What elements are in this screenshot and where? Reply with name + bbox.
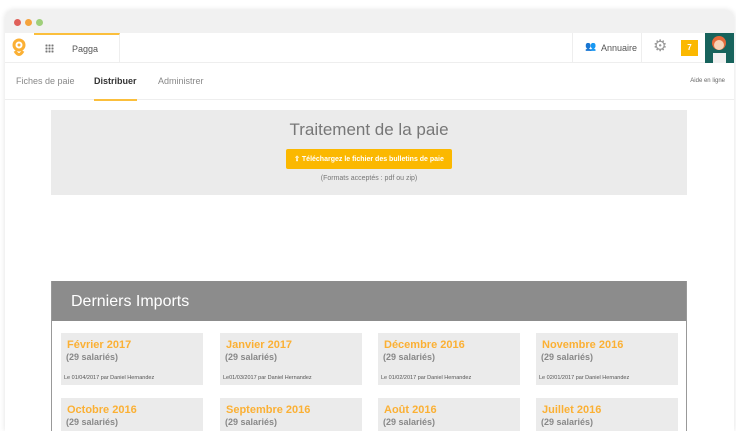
import-period: Septembre 2016 [226, 404, 311, 416]
import-period: Février 2017 [67, 339, 132, 351]
recent-imports-panel: Derniers Imports Février 2017 (29 salarié… [51, 281, 687, 431]
employee-count: (29 salariés) [541, 352, 594, 362]
app-name: Pagga [72, 44, 99, 54]
import-meta: Le 01/02/2017 par Daniel Hernandez [381, 375, 472, 381]
employee-count: (29 salariés) [225, 352, 278, 362]
maximize-window-button[interactable] [36, 19, 43, 26]
app-header: Pagga 👥 Annuaire ⚙ 7 [5, 33, 734, 63]
employee-count: (29 salariés) [66, 417, 119, 427]
employee-count: (29 salariés) [225, 417, 278, 427]
help-link[interactable]: Aide en ligne [690, 78, 725, 84]
import-meta: Le 02/01/2017 par Daniel Hernandez [539, 375, 630, 381]
upload-button[interactable]: ⇧ Téléchargez le fichier des bulletins d… [286, 149, 452, 169]
upload-button-label: Téléchargez le fichier des bulletins de … [301, 156, 444, 163]
import-card[interactable]: Décembre 2016 (29 salariés) Le 01/02/2017 … [378, 333, 520, 385]
import-period: Août 2016 [384, 404, 437, 416]
import-meta: Le 01/04/2017 par Daniel Hernandez [64, 375, 155, 381]
import-period: Juillet 2016 [542, 404, 602, 416]
import-card[interactable]: Janvier 2017 (29 salariés) Le01/03/2017 pa… [220, 333, 362, 385]
grid-icon [45, 44, 54, 53]
directory-label: Annuaire [601, 43, 638, 53]
employee-count: (29 salariés) [383, 352, 436, 362]
recent-imports-title: Derniers Imports [52, 281, 686, 321]
notification-badge[interactable]: 7 [681, 40, 698, 56]
import-period: Novembre 2016 [542, 339, 624, 351]
accepted-formats: (Formats acceptés : pdf ou zip) [320, 175, 418, 182]
upload-title: Traitement de la paie [289, 120, 449, 139]
upload-icon: ⇧ [294, 156, 302, 163]
directory-button[interactable]: 👥 Annuaire [572, 33, 642, 63]
import-card[interactable]: Novembre 2016 (29 salariés) Le 02/01/2017 … [536, 333, 678, 385]
tab-administrer[interactable]: Administrer [158, 76, 204, 86]
avatar[interactable] [705, 33, 734, 63]
import-card[interactable]: Juillet 2016 (29 salariés) [536, 398, 678, 431]
import-card[interactable]: Août 2016 (29 salariés) [378, 398, 520, 431]
tab-bar: Fiches de paie Distribuer Administrer Ai… [5, 63, 734, 101]
tab-fiches-de-paie[interactable]: Fiches de paie [16, 76, 75, 86]
import-period: Décembre 2016 [384, 339, 465, 351]
import-card[interactable]: Septembre 2016 (29 salariés) [220, 398, 362, 431]
import-card[interactable]: Octobre 2016 (29 salariés) [61, 398, 203, 431]
employee-count: (29 salariés) [383, 417, 436, 427]
minimize-window-button[interactable] [25, 19, 32, 26]
app-switcher[interactable]: Pagga [34, 33, 120, 63]
close-window-button[interactable] [14, 19, 21, 26]
upload-panel: Traitement de la paie ⇧ Téléchargez le f… [51, 110, 687, 195]
avatar-image [712, 36, 726, 63]
import-period: Janvier 2017 [226, 339, 293, 351]
users-icon: 👥 [585, 41, 597, 51]
title-bar [5, 10, 734, 33]
import-period: Octobre 2016 [67, 404, 137, 416]
browser-window: Pagga 👥 Annuaire ⚙ 7 Fiches de paie Dist… [5, 10, 734, 431]
employee-count: (29 salariés) [66, 352, 119, 362]
gear-icon[interactable]: ⚙ [653, 39, 667, 55]
import-meta: Le01/03/2017 par Daniel Hernandez [223, 375, 312, 381]
import-card[interactable]: Février 2017 (29 salariés) Le 01/04/2017 p… [61, 333, 203, 385]
tab-distribuer[interactable]: Distribuer [94, 76, 137, 101]
logo-icon[interactable] [11, 38, 27, 58]
employee-count: (29 salariés) [541, 417, 594, 427]
